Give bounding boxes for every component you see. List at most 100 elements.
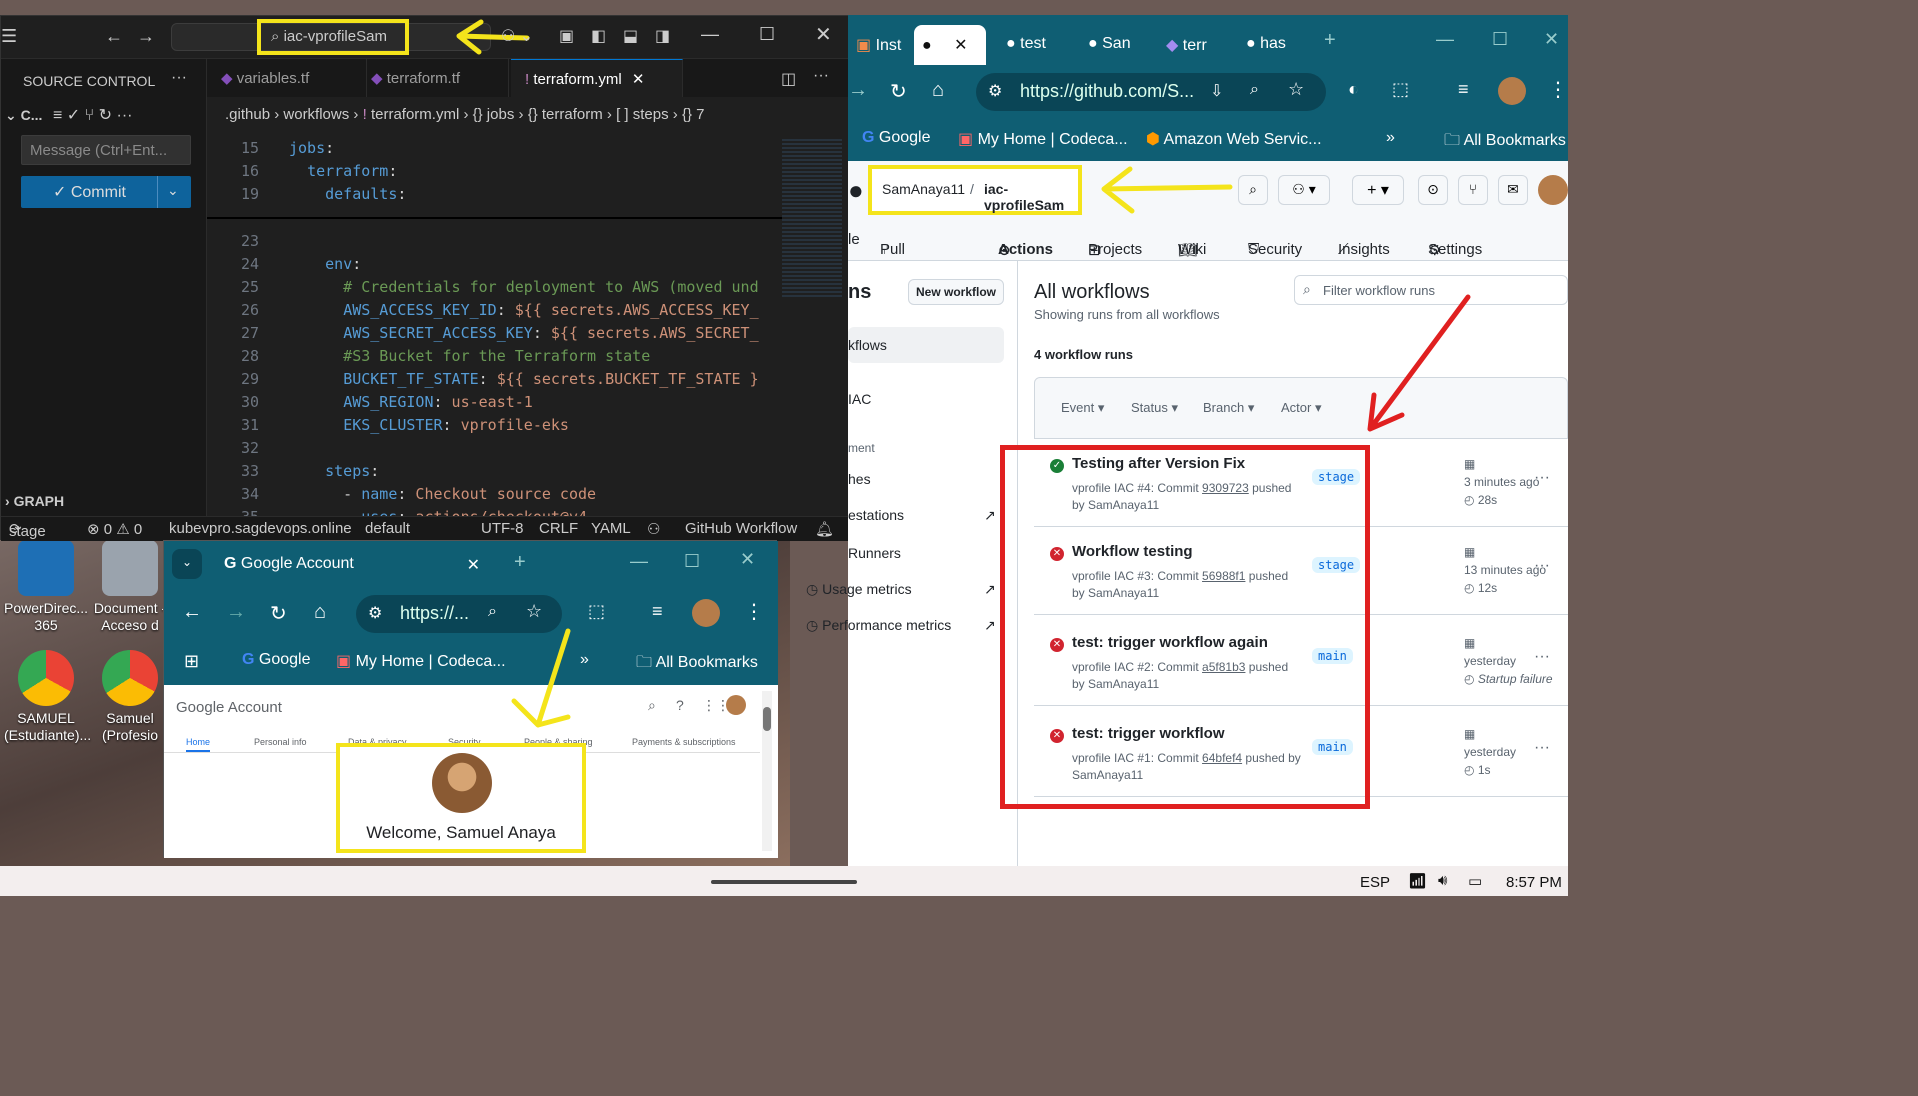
desktop-icon-chrome-samuel-prof[interactable]: Samuel (Profesio <box>88 650 172 744</box>
sidebar-item-runners[interactable]: Runners <box>848 545 901 561</box>
home-icon[interactable]: ⌂ <box>932 79 944 102</box>
split-editor-icon[interactable]: ◫ <box>781 69 796 89</box>
copilot-icon[interactable]: ⚇ ⌄ <box>501 26 533 46</box>
bookmark-star-icon[interactable]: ☆ <box>526 601 542 622</box>
close-tab-icon[interactable]: ✕ <box>632 71 645 88</box>
avatar[interactable] <box>1538 175 1568 205</box>
host-indicator[interactable]: kubevpro.sagdevops.online <box>169 520 352 537</box>
filter-event[interactable]: Event ▾ <box>1061 400 1104 416</box>
close-tab-icon[interactable]: ✕ <box>467 555 480 575</box>
code-line[interactable]: 15 jobs: <box>207 139 782 162</box>
zoom-icon[interactable]: ⌕ <box>1250 81 1259 99</box>
bookmark-codecademy[interactable]: ▣ My Home | Codeca... <box>958 129 1128 149</box>
minimap[interactable] <box>782 139 842 299</box>
bookmark-star-icon[interactable]: ☆ <box>1288 79 1304 100</box>
code-line[interactable]: 34 - name: Checkout source code <box>207 485 782 508</box>
tab-github-active[interactable]: ● ✕ <box>914 25 986 65</box>
tab-home[interactable]: Home <box>186 737 211 752</box>
code-line[interactable]: 27 AWS_SECRET_ACCESS_KEY: ${{ secrets.AW… <box>207 324 782 347</box>
code-line[interactable]: 19 defaults: <box>207 185 782 208</box>
minimize-icon[interactable]: — <box>630 551 648 572</box>
code-line[interactable]: 23 <box>207 232 782 255</box>
tab-has[interactable]: ● has <box>1238 25 1314 65</box>
minimize-icon[interactable]: — <box>1436 29 1454 50</box>
more-bookmarks-icon[interactable]: » <box>1386 129 1395 147</box>
forward-arrow-icon[interactable]: → <box>137 26 155 47</box>
problems-indicator[interactable]: ⊗ 0 ⚠ 0 <box>87 520 142 538</box>
sidebar-item-workflow[interactable]: IAC <box>848 391 871 407</box>
code-line[interactable]: 26 AWS_ACCESS_KEY_ID: ${{ secrets.AWS_AC… <box>207 301 782 324</box>
more-options-icon[interactable]: ··· <box>1534 557 1550 575</box>
code-line[interactable]: 16 terraform: <box>207 162 782 185</box>
tab-terr[interactable]: ◆ terr <box>1158 25 1234 65</box>
scrollbar[interactable] <box>762 691 772 851</box>
search-button[interactable]: ⌕ <box>1238 175 1268 205</box>
code-line[interactable]: 31 EKS_CLUSTER: vprofile-eks <box>207 416 782 439</box>
tab-test[interactable]: ● test <box>998 25 1078 65</box>
code-line[interactable]: 24 env: <box>207 255 782 278</box>
back-arrow-icon[interactable]: ← <box>182 601 202 624</box>
tab-terraform-yml[interactable]: ! terraform.yml ✕ <box>511 59 683 97</box>
new-tab-icon[interactable]: + <box>514 551 526 574</box>
panel-toggle-icon[interactable]: ⬓ <box>623 26 638 46</box>
close-window-icon[interactable]: ✕ <box>1544 29 1559 50</box>
avatar[interactable] <box>1498 77 1526 105</box>
code-line[interactable]: 25 # Credentials for deployment to AWS (… <box>207 278 782 301</box>
help-icon[interactable]: ? <box>676 697 684 713</box>
profile-indicator[interactable]: default <box>365 520 410 537</box>
filter-branch[interactable]: Branch ▾ <box>1203 400 1254 416</box>
code-line[interactable]: 28 #S3 Bucket for the Terraform state <box>207 347 782 370</box>
battery-icon[interactable]: ▭ <box>1468 872 1482 890</box>
new-workflow-button[interactable]: New workflow <box>908 279 1004 305</box>
apps-icon[interactable]: ⊞ <box>184 651 199 672</box>
filter-actor[interactable]: Actor ▾ <box>1281 400 1321 416</box>
code-line[interactable]: 32 <box>207 439 782 462</box>
desktop-icon-powerdirector[interactable]: PowerDirec... 365 <box>4 540 88 634</box>
reload-icon[interactable]: ↻ <box>270 601 287 626</box>
layout-icon[interactable]: ▣ <box>559 26 574 46</box>
puzzle-icon[interactable]: ⬚ <box>1392 79 1409 100</box>
maximize-icon[interactable]: ☐ <box>1492 29 1508 50</box>
tab-google-account[interactable]: G Google Account ✕ <box>212 547 492 587</box>
kebab-menu-icon[interactable]: ⋮ <box>1548 77 1568 102</box>
repo-owner-link[interactable]: SamAnaya11 <box>882 181 965 197</box>
copilot-status-icon[interactable]: ⚇ <box>647 520 660 538</box>
clock[interactable]: 8:57 PM <box>1506 874 1562 891</box>
desktop-icon-document[interactable]: Document - Acceso d <box>88 540 172 634</box>
tab-variables-tf[interactable]: ◆ variables.tf <box>207 59 367 97</box>
more-options-icon[interactable]: ··· <box>1534 739 1550 757</box>
close-icon[interactable]: ✕ <box>815 22 832 47</box>
encoding-indicator[interactable]: UTF-8 <box>481 520 524 537</box>
tab-inst[interactable]: ▣ Inst <box>848 25 914 65</box>
desktop-icon-chrome-samuel[interactable]: SAMUEL (Estudiante)... <box>4 650 91 744</box>
secondary-sidebar-icon[interactable]: ◨ <box>655 26 670 46</box>
language-indicator[interactable]: YAML <box>591 520 631 537</box>
more-options-icon[interactable]: ··· <box>1534 469 1550 487</box>
bookmark-google[interactable]: G Google <box>242 651 311 669</box>
site-info-icon[interactable]: ⚙ <box>368 603 382 623</box>
close-window-icon[interactable]: ✕ <box>740 549 755 570</box>
back-arrow-icon[interactable]: ← <box>105 26 123 47</box>
bookmark-aws[interactable]: ⬢ Amazon Web Servic... <box>1146 129 1322 149</box>
media-icon[interactable]: ≡ <box>1458 79 1469 100</box>
tab-search-button[interactable]: ⌄ <box>172 549 202 579</box>
menu-icon[interactable]: ☰ <box>1 26 17 47</box>
notifications-icon[interactable]: 🔔︎ <box>815 520 834 538</box>
issues-button[interactable]: ⊙ <box>1418 175 1448 205</box>
more-actions-icon[interactable]: ··· <box>171 69 187 87</box>
branch-indicator[interactable]: stage ⟳ <box>9 520 46 540</box>
all-bookmarks[interactable]: 🗀︎ All Bookmarks <box>1444 129 1566 156</box>
media-icon[interactable]: ≡ <box>652 601 663 622</box>
avatar[interactable] <box>692 599 720 627</box>
github-logo-icon[interactable]: ● <box>848 175 864 206</box>
profile-photo[interactable] <box>432 753 492 813</box>
extension-icon[interactable]: ◐ <box>1348 79 1359 100</box>
sidebar-item-performance-metrics[interactable]: ◷ Performance metrics ↗ <box>806 617 996 634</box>
puzzle-icon[interactable]: ⬚ <box>588 601 605 622</box>
reload-icon[interactable]: ↻ <box>890 79 907 104</box>
language-indicator[interactable]: ESP <box>1360 874 1390 891</box>
sidebar-item-attestations[interactable]: estations ↗ <box>848 507 996 523</box>
google-account-logo[interactable]: Google Account <box>176 699 282 716</box>
sidebar-item-usage-metrics[interactable]: ◷ Usage metrics ↗ <box>806 581 996 598</box>
sidebar-item-caches[interactable]: hes <box>848 471 871 487</box>
